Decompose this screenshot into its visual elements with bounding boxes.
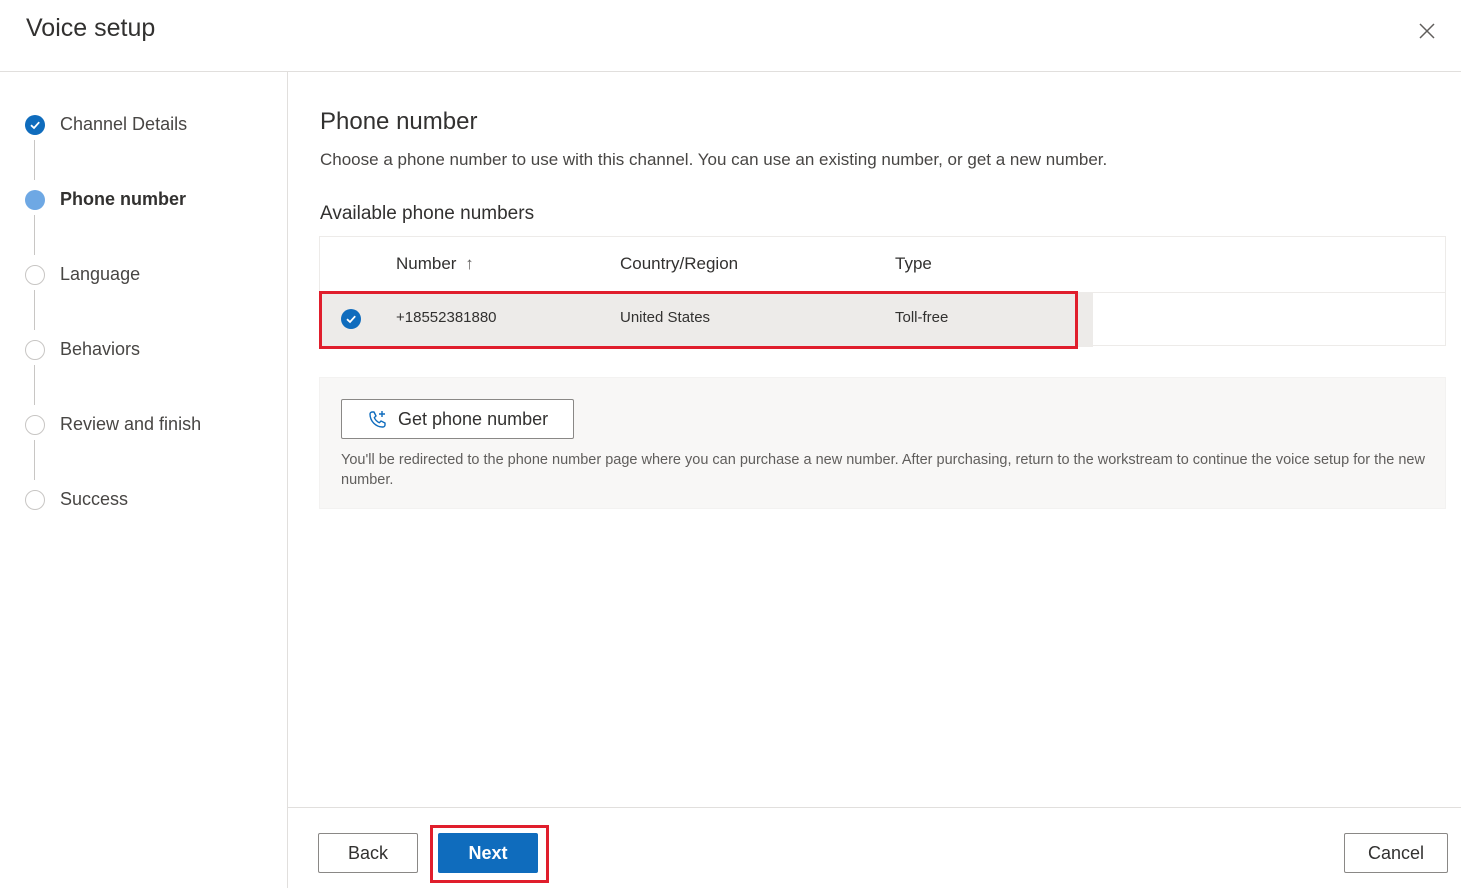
step-behaviors[interactable]: Behaviors <box>0 335 287 365</box>
table-row[interactable]: +18552381880 United States Toll-free <box>320 293 1093 347</box>
next-button[interactable]: Next <box>438 833 538 873</box>
cell-country: United States <box>620 309 711 326</box>
step-label: Language <box>60 264 141 284</box>
step-connector <box>34 140 35 180</box>
setup-stepper: Channel Details Phone number Language Be… <box>0 72 288 888</box>
cell-number: +18552381880 <box>396 309 497 326</box>
sort-ascending-icon: ↑ <box>465 254 474 273</box>
step-connector <box>34 365 35 405</box>
get-phone-number-label: Get phone number <box>398 409 549 429</box>
step-connector <box>34 290 35 330</box>
back-button[interactable]: Back <box>318 833 418 873</box>
step-label: Review and finish <box>60 414 202 434</box>
page-title: Phone number <box>320 108 478 135</box>
get-number-panel: Get phone number You'll be redirected to… <box>319 377 1446 509</box>
step-pending-icon <box>25 265 45 285</box>
step-pending-icon <box>25 490 45 510</box>
cancel-button[interactable]: Cancel <box>1344 833 1448 873</box>
step-review-and-finish[interactable]: Review and finish <box>0 410 287 440</box>
step-pending-icon <box>25 415 45 435</box>
dialog-header: Voice setup <box>0 0 1461 72</box>
column-header-country[interactable]: Country/Region <box>620 254 738 274</box>
step-complete-icon <box>25 115 45 135</box>
column-header-number[interactable]: Number ↑ <box>396 254 474 274</box>
step-connector <box>34 215 35 255</box>
phone-add-icon <box>369 411 386 428</box>
step-connector <box>34 440 35 480</box>
row-selected-check-icon[interactable] <box>341 309 361 329</box>
step-success[interactable]: Success <box>0 485 287 515</box>
redirect-info-text: You'll be redirected to the phone number… <box>341 452 1425 488</box>
step-phone-number[interactable]: Phone number <box>0 185 287 215</box>
close-icon <box>1419 23 1435 39</box>
dialog-footer: Back Next Cancel <box>288 807 1461 889</box>
main-content: Phone number Choose a phone number to us… <box>288 72 1461 807</box>
step-channel-details[interactable]: Channel Details <box>0 110 287 140</box>
column-header-label: Number <box>396 254 457 273</box>
step-pending-icon <box>25 340 45 360</box>
close-button[interactable] <box>1414 18 1440 44</box>
column-header-type[interactable]: Type <box>895 254 932 274</box>
dialog-title: Voice setup <box>26 14 156 42</box>
step-current-icon <box>25 190 45 210</box>
step-language[interactable]: Language <box>0 260 287 290</box>
get-phone-number-button[interactable]: Get phone number <box>341 399 574 439</box>
step-label: Phone number <box>60 189 187 209</box>
section-title: Available phone numbers <box>320 203 535 224</box>
table-header: Number ↑ Country/Region Type <box>320 237 1445 293</box>
step-label: Channel Details <box>60 114 188 134</box>
cell-type: Toll-free <box>895 309 949 326</box>
phone-numbers-table: Number ↑ Country/Region Type +1855238188… <box>319 236 1446 347</box>
page-description: Choose a phone number to use with this c… <box>320 150 1108 169</box>
step-label: Behaviors <box>60 339 141 359</box>
step-label: Success <box>60 489 129 509</box>
